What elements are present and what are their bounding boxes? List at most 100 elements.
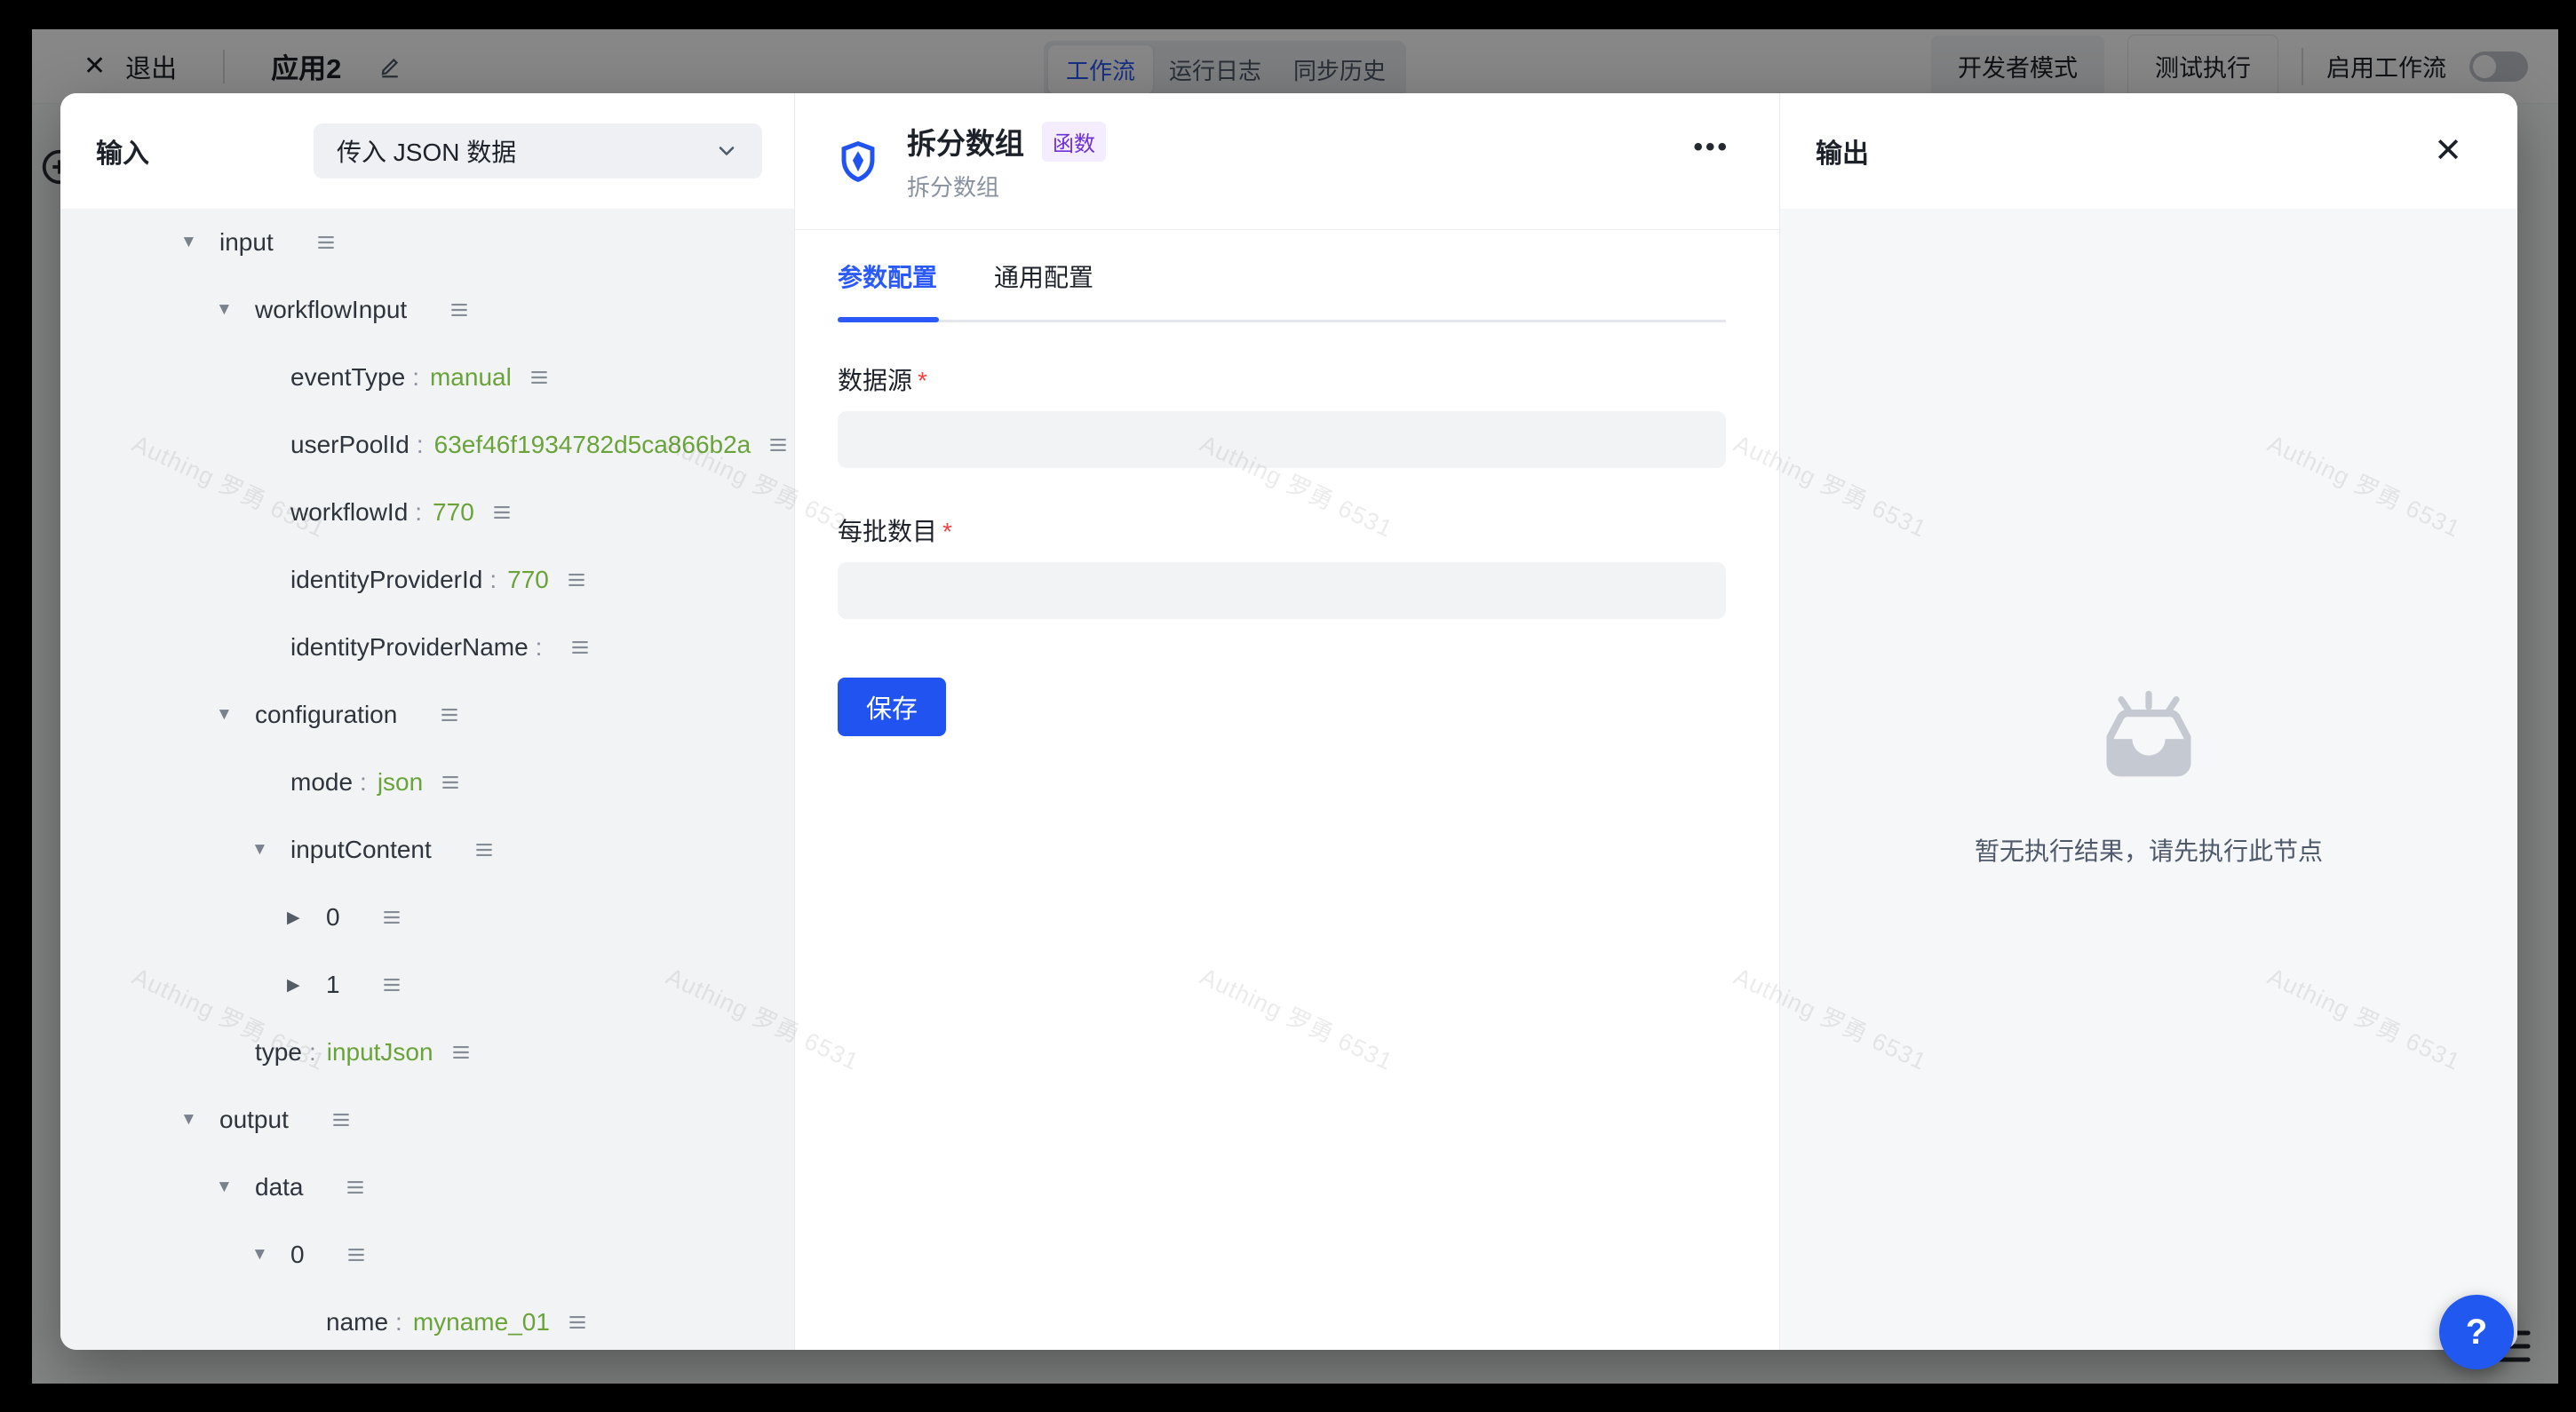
config-form: 数据源* 每批数目* xyxy=(795,322,1779,619)
more-options-icon[interactable]: ••• xyxy=(1693,132,1729,163)
caret-icon[interactable] xyxy=(216,705,255,725)
tree-row[interactable]: inputContent : xyxy=(60,816,794,884)
caret-icon[interactable] xyxy=(251,840,290,860)
row-menu-icon[interactable] xyxy=(314,231,338,254)
output-panel-title: 输出 xyxy=(1816,131,1869,171)
node-type-badge: 函数 xyxy=(1042,122,1106,162)
tree-row[interactable]: identityProviderId : 770 xyxy=(60,546,794,614)
tab-general-config[interactable]: 通用配置 xyxy=(994,258,1093,294)
tree-key: workflowId xyxy=(290,498,408,527)
tree-row[interactable]: eventType : manual xyxy=(60,344,794,411)
caret-icon[interactable] xyxy=(251,1245,290,1265)
tree-colon: : xyxy=(489,566,497,594)
chevron-down-icon xyxy=(714,139,739,163)
caret-icon[interactable] xyxy=(180,1110,219,1130)
caret-icon[interactable] xyxy=(216,1178,255,1197)
tree-key: configuration xyxy=(255,701,397,729)
tree-key: identityProviderName xyxy=(290,633,529,662)
row-menu-icon[interactable] xyxy=(767,433,790,456)
caret-icon[interactable] xyxy=(216,300,255,320)
row-menu-icon[interactable] xyxy=(344,1176,367,1199)
tree-value: 63ef46f1934782d5ca866b2a xyxy=(434,431,751,459)
tree-key: userPoolId xyxy=(290,431,409,459)
row-menu-icon[interactable] xyxy=(380,973,403,996)
tree-row[interactable]: workflowId : 770 xyxy=(60,479,794,546)
tree-colon: : xyxy=(536,633,543,662)
tree-row[interactable]: configuration : xyxy=(60,681,794,749)
tree-row[interactable]: mode : json xyxy=(60,749,794,816)
row-menu-icon[interactable] xyxy=(380,906,403,929)
tree-colon: : xyxy=(395,1308,402,1337)
tree-key: input xyxy=(219,228,274,257)
row-menu-icon[interactable] xyxy=(566,1311,589,1334)
json-tree: input : workflowInput : xyxy=(60,209,794,1350)
tabs-active-indicator xyxy=(838,317,939,322)
tree-row[interactable]: workflowInput : xyxy=(60,276,794,344)
tree-value: 770 xyxy=(507,566,549,594)
help-button[interactable]: ? xyxy=(2439,1295,2514,1369)
tree-key: data xyxy=(255,1173,304,1202)
caret-icon[interactable] xyxy=(287,908,326,928)
tree-row[interactable]: 0 : xyxy=(60,884,794,951)
row-menu-icon[interactable] xyxy=(565,568,588,591)
row-menu-icon[interactable] xyxy=(473,838,496,861)
input-source-value: 传入 JSON 数据 xyxy=(337,133,516,169)
tree-row[interactable]: identityProviderName : xyxy=(60,614,794,681)
tree-key: 0 xyxy=(326,903,340,932)
row-menu-icon[interactable] xyxy=(439,771,462,794)
row-menu-icon[interactable] xyxy=(490,501,513,524)
tree-key: 0 xyxy=(290,1241,305,1269)
field-label: 数据源 xyxy=(838,367,912,394)
tree-key: identityProviderId xyxy=(290,566,482,594)
tree-row[interactable]: 1 : xyxy=(60,951,794,1019)
tree-key: eventType xyxy=(290,363,405,392)
tree-colon: : xyxy=(415,498,422,527)
tree-row[interactable]: data : xyxy=(60,1154,794,1221)
tabs-track xyxy=(838,320,1726,322)
row-menu-icon[interactable] xyxy=(448,298,471,321)
row-menu-icon[interactable] xyxy=(568,636,592,659)
close-icon[interactable]: ✕ xyxy=(2434,134,2462,168)
input-panel-title: 输入 xyxy=(96,131,149,171)
field-label: 每批数目 xyxy=(838,518,937,545)
row-menu-icon[interactable] xyxy=(345,1243,368,1266)
tree-colon: : xyxy=(417,431,424,459)
form-field: 数据源* xyxy=(838,361,1726,468)
tree-value: inputJson xyxy=(327,1038,433,1067)
field-input[interactable] xyxy=(838,411,1726,468)
field-input[interactable] xyxy=(838,562,1726,619)
config-tabs: 参数配置 通用配置 xyxy=(795,230,1779,322)
node-subtitle: 拆分数组 xyxy=(907,170,1106,202)
row-menu-icon[interactable] xyxy=(438,703,461,726)
required-asterisk: * xyxy=(942,518,952,545)
empty-state-text: 暂无执行结果，请先执行此节点 xyxy=(1975,832,2323,868)
tree-colon: : xyxy=(360,768,367,797)
empty-inbox-icon xyxy=(2094,691,2204,788)
shield-icon xyxy=(834,138,882,186)
tree-value: manual xyxy=(430,363,512,392)
node-title: 拆分数组 xyxy=(907,120,1024,163)
tree-row[interactable]: type : inputJson xyxy=(60,1019,794,1086)
tree-row[interactable]: 0 : xyxy=(60,1221,794,1289)
tree-row[interactable]: input : xyxy=(60,209,794,276)
caret-icon[interactable] xyxy=(287,975,326,996)
tab-parameter-config[interactable]: 参数配置 xyxy=(838,258,937,294)
save-button[interactable]: 保存 xyxy=(838,678,946,736)
input-source-select[interactable]: 传入 JSON 数据 xyxy=(314,123,762,178)
tree-row[interactable]: output : xyxy=(60,1086,794,1154)
tree-row[interactable]: name : myname_01 xyxy=(60,1289,794,1350)
node-detail-modal: Authing 罗勇 6531Authing 罗勇 6531Authing 罗勇… xyxy=(60,93,2517,1350)
tree-key: name xyxy=(326,1308,388,1337)
row-menu-icon[interactable] xyxy=(449,1041,473,1064)
tree-colon: : xyxy=(412,363,419,392)
tree-row[interactable]: userPoolId : 63ef46f1934782d5ca866b2a xyxy=(60,411,794,479)
tree-key: 1 xyxy=(326,971,340,999)
caret-icon[interactable] xyxy=(180,233,219,252)
tree-key: mode xyxy=(290,768,353,797)
row-menu-icon[interactable] xyxy=(528,366,551,389)
tree-key: type xyxy=(255,1038,302,1067)
node-config-panel: 拆分数组 函数 拆分数组 ••• 参数配置 通用配置 数据源* xyxy=(795,93,1780,1350)
row-menu-icon[interactable] xyxy=(330,1108,353,1131)
tree-value: myname_01 xyxy=(413,1308,550,1337)
input-panel: 输入 传入 JSON 数据 input : xyxy=(60,93,795,1350)
